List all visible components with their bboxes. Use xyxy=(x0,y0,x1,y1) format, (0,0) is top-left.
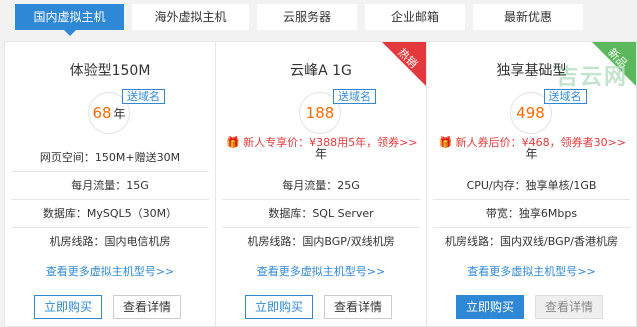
tab-cloud-server[interactable]: 云服务器 xyxy=(257,4,357,30)
tab-overseas-hosting[interactable]: 海外虚拟主机 xyxy=(132,4,249,30)
price-unit: 年 xyxy=(113,107,126,121)
view-details-button[interactable]: 查看详情 xyxy=(535,295,603,319)
view-details-button[interactable]: 查看详情 xyxy=(113,295,181,319)
promo-text: 新人专享价：¥388用5年，领券>> xyxy=(243,136,418,149)
more-models-link[interactable]: 查看更多虚拟主机型号>> xyxy=(5,263,215,279)
product-card-dedicated-basic: 新品 吉云网 独享基础型 498年 送域名 🎁 新人券后价：¥468，领券者30>… xyxy=(426,41,637,327)
spec-traffic: 每月流量：15G xyxy=(11,173,209,200)
tab-enterprise-mail[interactable]: 企业邮箱 xyxy=(365,4,465,30)
new-user-promo[interactable]: 🎁 新人专享价：¥388用5年，领券>> xyxy=(222,135,422,150)
product-card-yunfeng-a: 热销 云峰A 1G 188年 送域名 🎁 新人专享价：¥388用5年，领券>> 每… xyxy=(215,41,427,327)
more-models-link[interactable]: 查看更多虚拟主机型号>> xyxy=(427,263,636,279)
spec-datacenter: 机房线路：国内电信机房 xyxy=(49,235,171,248)
spec-database: 数据库：MySQL5（30M） xyxy=(11,201,209,228)
spec-database: 数据库：SQL Server xyxy=(222,201,420,228)
spec-disk: 网页空间：150M+赠送30M xyxy=(11,145,209,172)
buy-now-button[interactable]: 立即购买 xyxy=(456,295,524,319)
price-value: 188 xyxy=(305,104,335,122)
price-value: 68 xyxy=(92,104,112,122)
tab-latest-offers[interactable]: 最新优惠 xyxy=(473,4,583,30)
free-domain-badge: 送域名 xyxy=(333,89,376,104)
price-value: 498 xyxy=(516,104,545,122)
product-title: 体验型150M xyxy=(69,63,151,79)
product-tabs: 国内虚拟主机 海外虚拟主机 云服务器 企业邮箱 最新优惠 xyxy=(15,4,637,36)
spec-cpu-memory: CPU/内存：独享单核/1GB xyxy=(433,173,630,200)
tab-domestic-hosting[interactable]: 国内虚拟主机 xyxy=(15,4,124,36)
product-card-trial: 体验型150M 68 年 送域名 网页空间：150M+赠送30M 每月流量：15G… xyxy=(4,41,216,327)
product-title: 独享基础型 xyxy=(496,63,567,79)
new-user-promo[interactable]: 🎁 新人券后价：¥468，领券者30>> xyxy=(433,135,632,150)
product-title: 云峰A 1G xyxy=(290,63,352,79)
promo-text: 新人券后价：¥468，领券者30>> xyxy=(455,136,627,149)
spec-datacenter: 机房线路：国内BGP/双线机房 xyxy=(247,235,395,248)
free-domain-badge: 送域名 xyxy=(543,89,587,104)
buy-now-button[interactable]: 立即购买 xyxy=(245,295,313,319)
gift-icon: 🎁 xyxy=(226,136,241,149)
view-details-button[interactable]: 查看详情 xyxy=(324,295,392,319)
free-domain-badge: 送域名 xyxy=(122,89,165,104)
buy-now-button[interactable]: 立即购买 xyxy=(34,295,102,319)
spec-bandwidth: 带宽：独享6Mbps xyxy=(433,201,630,228)
gift-icon: 🎁 xyxy=(438,136,453,149)
more-models-link[interactable]: 查看更多虚拟主机型号>> xyxy=(216,263,426,279)
spec-datacenter: 机房线路：国内双线/BGP/香港机房 xyxy=(445,235,618,248)
spec-traffic: 每月流量：25G xyxy=(222,173,420,200)
